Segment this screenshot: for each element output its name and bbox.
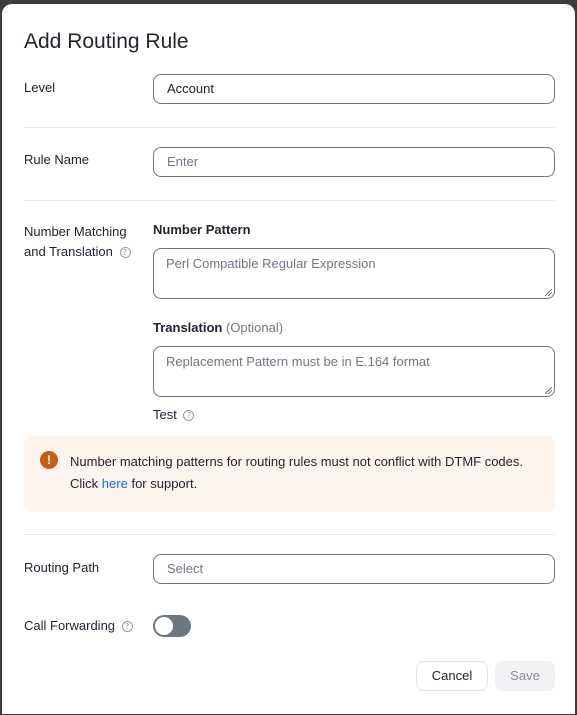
number-matching-label-line2: and Translation xyxy=(24,244,113,259)
alert-line1: Number matching patterns for routing rul… xyxy=(70,454,524,469)
dialog-title: Add Routing Rule xyxy=(24,30,189,53)
call-forwarding-label: Call Forwarding ? xyxy=(24,616,133,636)
question-circle-icon[interactable]: ? xyxy=(121,621,133,633)
call-forwarding-label-text: Call Forwarding xyxy=(24,618,116,633)
test-label: Test ? xyxy=(153,406,195,424)
toggle-knob xyxy=(155,617,173,635)
test-label-text[interactable]: Test xyxy=(153,407,177,422)
number-pattern-placeholder: Perl Compatible Regular Expression xyxy=(166,256,376,271)
alert-message: Number matching patterns for routing rul… xyxy=(70,451,540,495)
warning-alert: ! Number matching patterns for routing r… xyxy=(24,436,555,512)
level-field[interactable]: Account xyxy=(153,74,555,104)
translation-optional-text: (Optional) xyxy=(225,320,284,335)
resize-handle-icon[interactable] xyxy=(545,289,552,296)
cancel-button[interactable]: Cancel xyxy=(416,661,488,691)
question-circle-icon[interactable]: ? xyxy=(119,247,131,259)
alert-line2-suffix: for support. xyxy=(131,476,198,491)
level-label: Level xyxy=(24,80,56,95)
add-routing-rule-dialog: Add Routing Rule Level Account Rule Name… xyxy=(2,4,575,714)
resize-handle-icon[interactable] xyxy=(545,387,552,394)
divider xyxy=(24,200,555,201)
rule-name-label: Rule Name xyxy=(24,152,90,167)
question-circle-icon[interactable]: ? xyxy=(183,410,195,422)
exclamation-circle-icon: ! xyxy=(40,451,58,469)
divider xyxy=(24,127,555,128)
routing-path-select[interactable]: Select xyxy=(153,554,555,584)
call-forwarding-toggle[interactable] xyxy=(153,615,191,637)
number-matching-label-line1: Number Matching xyxy=(24,224,127,239)
divider xyxy=(24,534,555,535)
support-link[interactable]: here xyxy=(102,476,128,491)
rule-name-input[interactable]: Enter xyxy=(153,147,555,177)
translation-label: Translation (Optional) xyxy=(153,319,283,337)
number-matching-label: Number Matching and Translation ? xyxy=(24,222,131,262)
translation-placeholder: Replacement Pattern must be in E.164 for… xyxy=(166,354,430,369)
number-pattern-textarea[interactable]: Perl Compatible Regular Expression xyxy=(153,248,555,299)
translation-label-text: Translation xyxy=(153,320,223,335)
translation-textarea[interactable]: Replacement Pattern must be in E.164 for… xyxy=(153,346,555,397)
alert-line2-prefix: Click xyxy=(70,476,99,491)
save-button[interactable]: Save xyxy=(495,661,555,691)
number-pattern-label: Number Pattern xyxy=(153,222,251,237)
routing-path-label: Routing Path xyxy=(24,560,100,575)
